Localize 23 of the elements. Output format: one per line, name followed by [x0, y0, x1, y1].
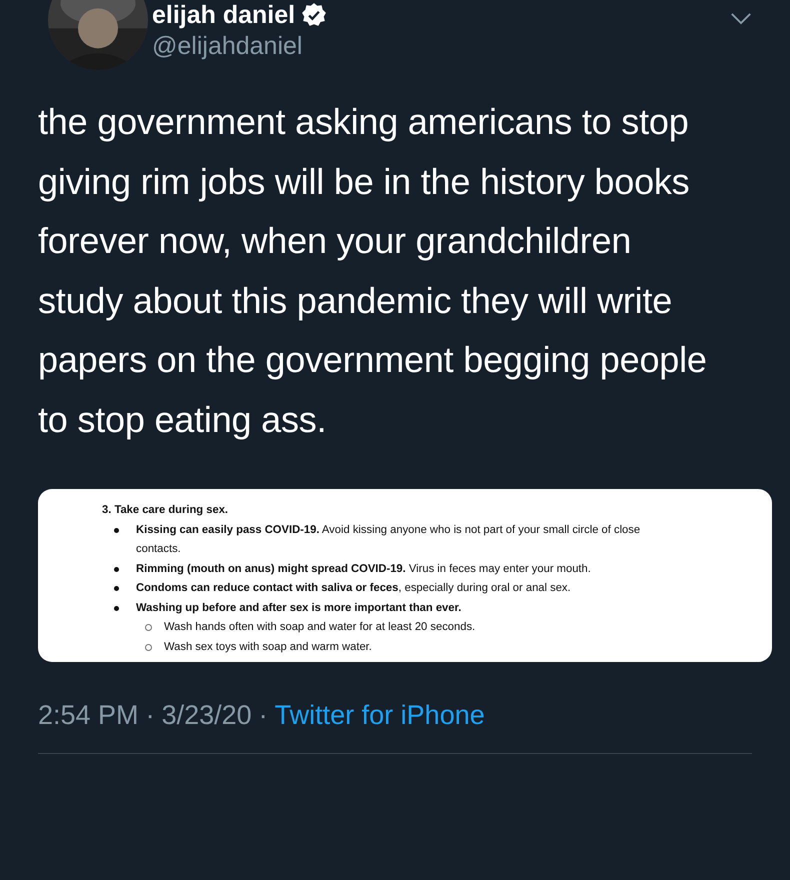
bullet-icon	[145, 624, 152, 631]
bullet-icon	[114, 586, 119, 591]
author-name[interactable]: elijah daniel	[152, 0, 296, 30]
document-line: Wash hands often with soap and water for at least 20 seconds.	[164, 620, 476, 635]
tweet-date: 3/23/20	[162, 700, 252, 731]
document-line: Rimming (mouth on anus) might spread COVID-19. Virus in feces may enter your mouth.	[136, 562, 591, 576]
document-line: Kissing can easily pass COVID-19. Avoid kissing anyone who is not part of your small circle of close contacts.	[136, 522, 642, 557]
document-heading: 3. Take care during sex.	[102, 503, 230, 518]
chevron-down-icon[interactable]	[730, 12, 752, 25]
tweet-text: the government asking americans to stop giving rim jobs will be in the history books forever now, when your grandchildren study about this pandemic they will write papers on the government begging people to stop eating ass.	[38, 100, 708, 442]
bullet-icon	[114, 606, 119, 610]
document-line: Washing up before and after sex is more important than ever.	[136, 600, 462, 616]
bullet-icon	[114, 528, 119, 532]
attached-document[interactable]	[38, 489, 772, 662]
separator-dot: ·	[146, 700, 155, 731]
source-link[interactable]: Twitter for iPhone	[274, 700, 485, 731]
document-line: Wash sex toys with soap and warm water.	[164, 640, 372, 654]
tweet-time: 2:54 PM	[38, 700, 139, 731]
document-line: Condoms can reduce contact with saliva or feces, especially during oral or anal sex.	[136, 581, 571, 596]
bullet-icon	[114, 566, 119, 572]
author-handle[interactable]: @elijahdaniel	[152, 30, 328, 62]
bullet-icon	[145, 644, 152, 650]
separator-dot: ·	[258, 700, 268, 731]
